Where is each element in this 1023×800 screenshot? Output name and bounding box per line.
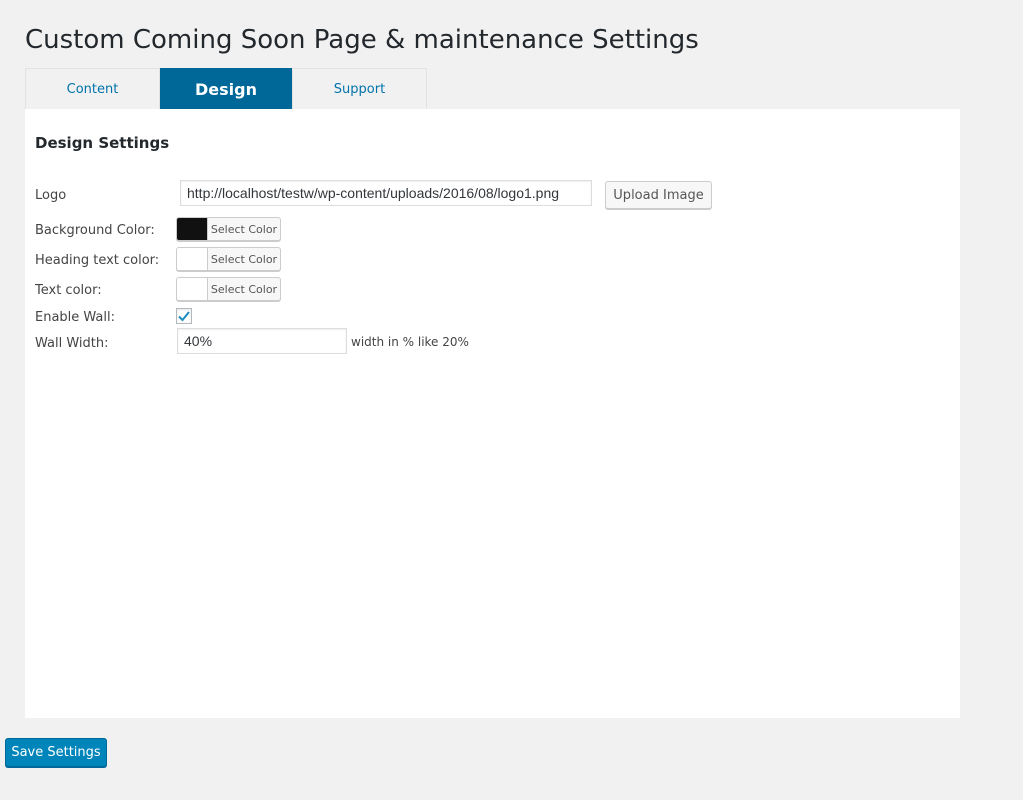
select-color-label: Select Color <box>210 252 278 266</box>
wall-width-input[interactable]: 40% <box>177 328 347 354</box>
select-color-label: Select Color <box>210 282 278 296</box>
enable-wall-label: Enable Wall: <box>35 310 116 325</box>
wall-width-label: Wall Width: <box>35 336 109 351</box>
heading-text-color-swatch <box>177 248 208 270</box>
section-heading: Design Settings <box>35 134 170 152</box>
enable-wall-checkbox[interactable] <box>176 308 192 324</box>
tab-design[interactable]: Design <box>160 68 292 109</box>
logo-label: Logo <box>35 188 67 203</box>
wall-width-hint: width in % like 20% <box>351 335 469 349</box>
background-color-picker[interactable]: Select Color <box>176 217 281 241</box>
heading-text-color-label: Heading text color: <box>35 253 160 268</box>
settings-tabs: Content Design Support <box>25 68 427 109</box>
tab-content[interactable]: Content <box>25 68 160 109</box>
heading-text-color-picker[interactable]: Select Color <box>176 247 281 271</box>
upload-image-button[interactable]: Upload Image <box>605 181 712 209</box>
text-color-swatch <box>177 278 208 300</box>
background-color-swatch <box>177 218 208 240</box>
logo-url-input[interactable]: http://localhost/testw/wp-content/upload… <box>180 180 592 206</box>
text-color-picker[interactable]: Select Color <box>176 277 281 301</box>
page-title: Custom Coming Soon Page & maintenance Se… <box>25 25 699 55</box>
design-settings-panel: Design Settings Logo http://localhost/te… <box>25 109 960 718</box>
checkmark-icon <box>178 311 190 322</box>
save-settings-button[interactable]: Save Settings <box>5 738 107 767</box>
background-color-label: Background Color: <box>35 223 155 238</box>
tab-support[interactable]: Support <box>292 68 427 109</box>
text-color-label: Text color: <box>35 283 102 298</box>
select-color-label: Select Color <box>210 222 278 236</box>
